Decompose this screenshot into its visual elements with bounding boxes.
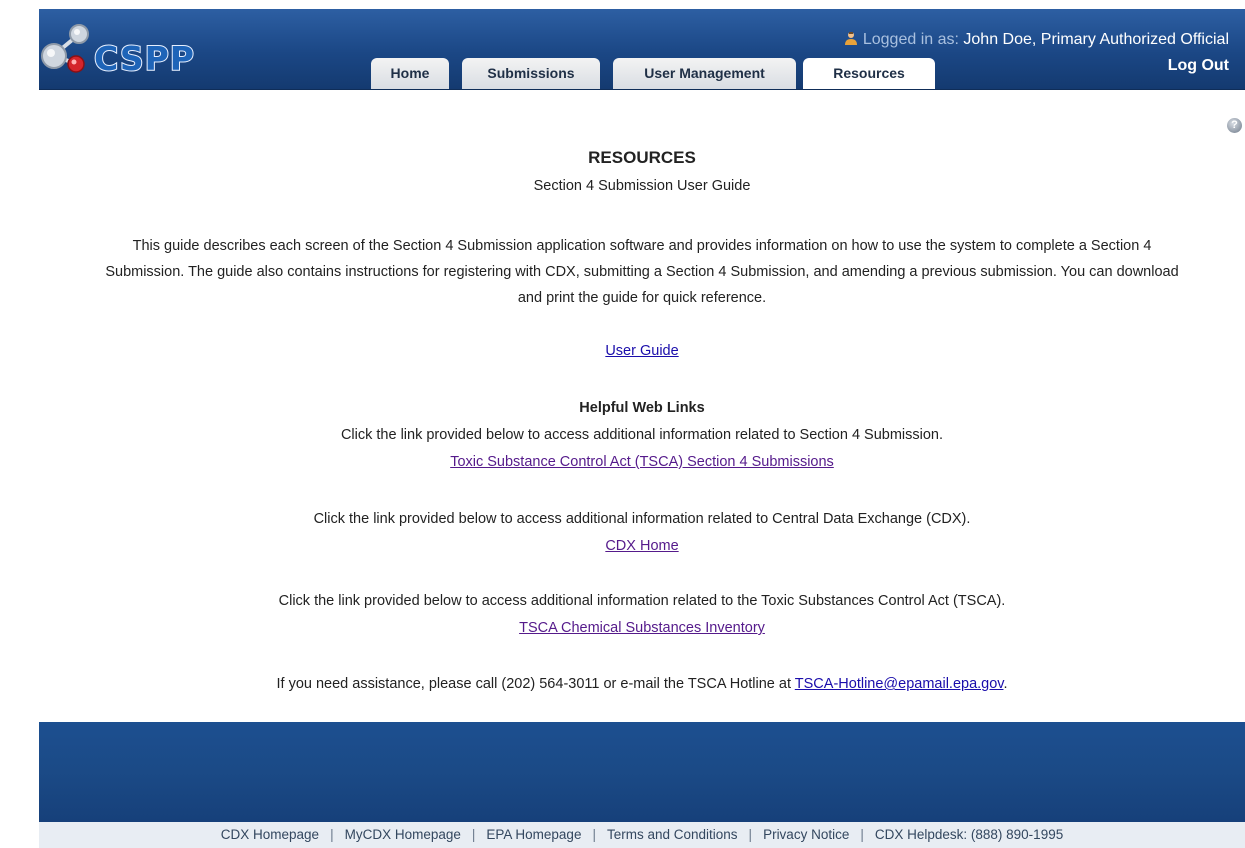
tab-submissions[interactable]: Submissions [462,58,600,89]
page-title: RESOURCES [588,148,696,167]
tsca-submissions-link[interactable]: Toxic Substance Control Act (TSCA) Secti… [450,454,834,470]
tsca-info-text: Click the link provided below to access … [278,593,1006,609]
tab-home[interactable]: Home [371,58,449,89]
app-window: CSPP Logged in as: John Doe, Primary Aut… [0,0,1245,848]
footer-separator: | [471,827,476,842]
cdx-home-row: CDX Home [39,538,1245,554]
user-guide-link[interactable]: User Guide [605,343,678,359]
footer-helpdesk[interactable]: CDX Helpdesk: (888) 890-1995 [875,827,1063,842]
footer-band [39,722,1245,822]
footer-separator: | [748,827,753,842]
logo-text: CSPP [93,38,195,79]
assistance-suffix: . [1003,676,1008,692]
cdx-info-text: Click the link provided below to access … [313,511,971,527]
logged-in-prefix: Logged in as: [862,31,959,48]
user-icon [844,32,857,45]
helpful-links-heading: Helpful Web Links [579,400,705,416]
footer-separator: | [330,827,334,842]
footer-separator: | [592,827,596,842]
footer-link-cdx-homepage[interactable]: CDX Homepage [221,827,319,842]
intro-paragraph: This guide describes each screen of the … [105,238,1179,306]
tab-resources[interactable]: Resources [803,58,935,89]
user-guide-row: User Guide [39,343,1245,359]
footer-links: CDX Homepage | MyCDX Homepage | EPA Homepage… [39,822,1245,848]
footer-link-terms[interactable]: Terms and Conditions [607,827,738,842]
main-content: RESOURCES Section 4 Submission User Guid… [39,90,1245,722]
footer-link-mycdx-homepage[interactable]: MyCDX Homepage [345,827,461,842]
assistance-prefix: If you need assistance, please call (202… [276,676,791,692]
inventory-row: TSCA Chemical Substances Inventory [39,620,1245,636]
footer-separator: | [860,827,864,842]
cspp-logo[interactable]: CSPP [39,19,199,79]
page-subtitle: Section 4 Submission User Guide [533,178,751,194]
footer-link-privacy[interactable]: Privacy Notice [763,827,849,842]
logged-in-user: John Doe, Primary Authorized Official [963,31,1229,48]
helpful-links-text: Click the link provided below to access … [340,427,944,443]
logged-in-status: Logged in as: John Doe, Primary Authoriz… [844,31,1229,49]
logout-link[interactable]: Log Out [1168,57,1229,75]
footer-link-epa-homepage[interactable]: EPA Homepage [486,827,581,842]
tsca-inventory-link[interactable]: TSCA Chemical Substances Inventory [519,620,765,636]
hotline-email-link[interactable]: TSCA-Hotline@epamail.epa.gov [795,676,1004,692]
tab-user-management[interactable]: User Management [613,58,796,89]
cdx-home-link[interactable]: CDX Home [605,538,678,554]
assistance-text: If you need assistance, please call (202… [39,676,1245,692]
molecule-logo-icon [41,24,89,73]
tsca-submissions-row: Toxic Substance Control Act (TSCA) Secti… [39,454,1245,470]
